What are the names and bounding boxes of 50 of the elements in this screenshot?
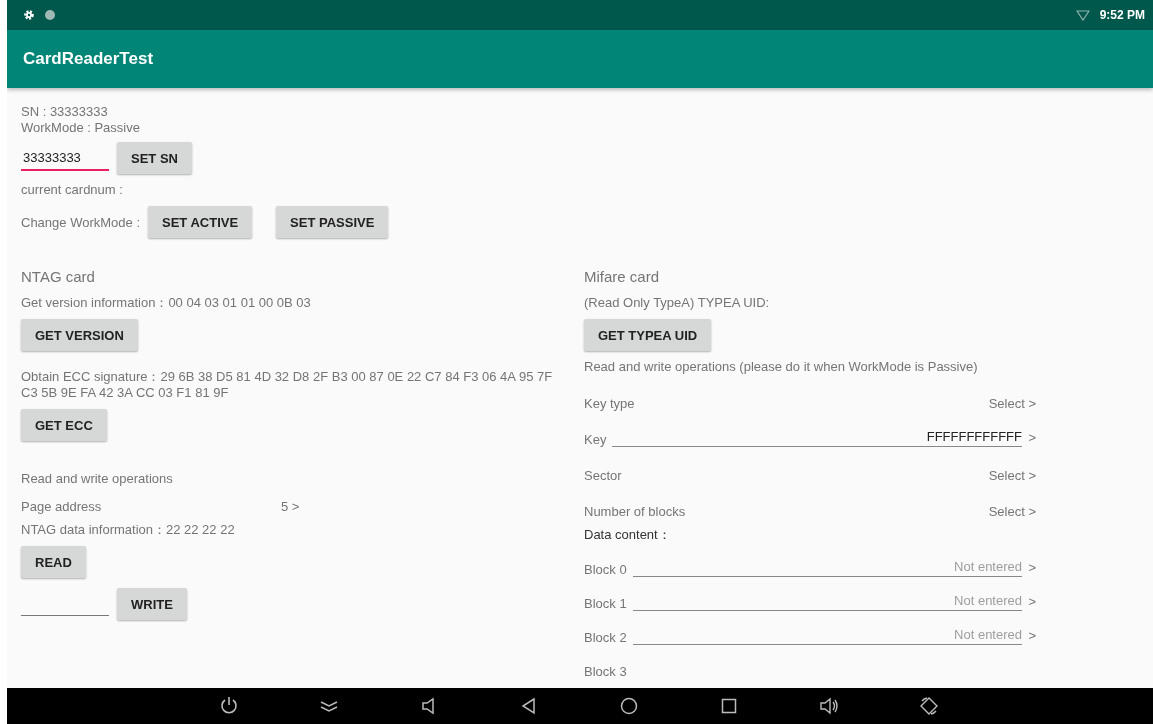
sn-text: SN : 33333333 <box>21 104 109 120</box>
block-label: Block 2 <box>584 630 627 645</box>
set-sn-button[interactable]: SET SN <box>117 142 192 174</box>
get-uid-button[interactable]: GET TYPEA UID <box>584 319 712 351</box>
app-title: CardReaderTest <box>23 49 154 69</box>
page-address-value[interactable]: 5 > <box>281 499 300 514</box>
workmode-button[interactable]: SET PASSIVE <box>276 206 389 238</box>
row-label: Key type <box>584 396 635 411</box>
section-title: NTAG card <box>21 268 96 285</box>
row-label: Number of blocks <box>584 504 686 519</box>
chevron-text: > <box>1027 430 1036 447</box>
rotate-icon[interactable] <box>919 696 939 716</box>
workmode-button[interactable]: SET ACTIVE <box>148 206 253 238</box>
row-label: Sector <box>584 468 622 483</box>
wifi-icon <box>1075 9 1090 21</box>
chevron-text: > <box>1027 628 1036 645</box>
block-label: Block 1 <box>584 596 627 611</box>
recents-icon[interactable] <box>719 696 739 716</box>
settings-icon <box>23 9 35 21</box>
ntag-data-text: NTAG data information：22 22 22 22 <box>21 522 236 538</box>
read-button[interactable]: READ <box>21 546 86 578</box>
clock-time: 9:52 PM <box>1099 8 1145 22</box>
page-address-label: Page address <box>21 499 103 514</box>
dot-icon <box>45 10 55 20</box>
power-icon[interactable] <box>219 696 239 716</box>
row-label: Key <box>584 432 607 447</box>
key-input-field[interactable]: FFFFFFFFFFFF <box>612 429 1022 447</box>
section-subtitle: Read and write operations (please do it when WorkMode is Passive) <box>584 359 979 375</box>
get-version-button[interactable]: GET VERSION <box>21 319 138 351</box>
cardnum-text: current cardnum : <box>21 182 124 198</box>
workmode-text: WorkMode : Passive <box>21 120 141 136</box>
workmode-label: Change WorkMode : <box>21 214 140 230</box>
write-button[interactable]: WRITE <box>117 588 187 620</box>
home-icon[interactable] <box>619 696 639 716</box>
select-value[interactable]: Select > <box>988 504 1036 519</box>
select-value[interactable]: Select > <box>988 468 1036 483</box>
chevron-text: > <box>1027 594 1036 611</box>
select-value[interactable]: Select > <box>988 396 1036 411</box>
ecc-text: Obtain ECC signature：29 6B 38 D5 81 4D 32 D8 2F B3 00 87 0E 22 C7 84 F3 06 4A 95 7F C3 5B 9E FA 42 3A CC 03 F1 81 9F <box>21 369 554 401</box>
uid-text: (Read Only TypeA) TYPEA UID: <box>584 295 771 311</box>
section-subtitle: Read and write operations <box>21 471 174 487</box>
sn-input-field[interactable]: 33333333 <box>21 145 109 171</box>
get-ecc-button[interactable]: GET ECC <box>21 409 107 441</box>
speaker-loud-icon[interactable] <box>819 696 839 716</box>
version-text: Get version information：00 04 03 01 01 00 0B 03 <box>21 295 312 311</box>
block-label: Block 0 <box>584 562 627 577</box>
section-title: Mifare card <box>584 268 661 285</box>
block-label: Block 3 <box>584 664 627 679</box>
chevron-text: > <box>1027 560 1036 577</box>
data-content-label: Data content： <box>584 527 672 543</box>
